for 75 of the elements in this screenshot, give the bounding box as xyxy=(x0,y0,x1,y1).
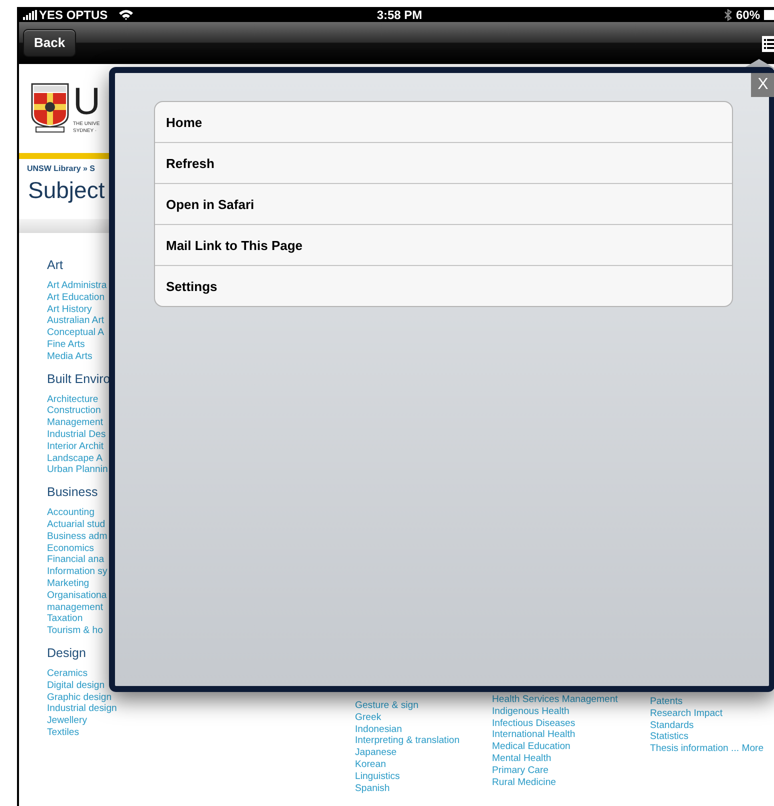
battery-percent: 60% xyxy=(736,8,760,22)
subject-link[interactable]: Economics xyxy=(47,542,94,554)
subject-link[interactable]: International Health xyxy=(492,729,576,742)
subject-link[interactable]: Marketing xyxy=(47,578,90,590)
subject-link[interactable]: Actuarial stud xyxy=(47,518,106,531)
carrier-name: YES OPTUS xyxy=(39,8,108,22)
subject-link[interactable]: Media Arts xyxy=(47,350,92,363)
subject-link[interactable]: Research Impact xyxy=(650,708,723,720)
breadcrumb[interactable]: UNSW Library » S xyxy=(27,164,96,173)
section-heading: Business xyxy=(47,485,98,500)
menu-item[interactable]: Home xyxy=(155,102,732,142)
subject-link[interactable]: Linguistics xyxy=(355,770,400,783)
subject-link[interactable]: Indigenous Health xyxy=(492,706,570,718)
section-heading: Art xyxy=(47,258,63,272)
subject-link[interactable]: Thesis information ... More xyxy=(650,743,764,755)
subject-link[interactable]: Financial ana xyxy=(47,554,104,566)
subject-link[interactable]: Korean xyxy=(355,758,386,771)
battery-icon xyxy=(764,10,774,20)
subject-link[interactable]: Graphic design xyxy=(47,692,112,704)
subject-link[interactable]: management xyxy=(47,602,103,614)
subject-link[interactable]: Art History xyxy=(47,304,92,316)
subject-link[interactable]: Indonesian xyxy=(355,724,402,736)
menu-item[interactable]: Open in Safari xyxy=(155,183,732,224)
wifi-icon xyxy=(118,9,134,20)
subject-link[interactable]: Organisationa xyxy=(47,590,107,602)
subject-link[interactable]: Australian Art xyxy=(47,315,104,328)
subject-link[interactable]: Mental Health xyxy=(492,752,552,765)
subject-link[interactable]: Ceramics xyxy=(47,668,88,680)
section-heading: Design xyxy=(47,646,86,660)
subject-link[interactable]: Taxation xyxy=(47,613,83,626)
page-title: Subject xyxy=(28,177,105,203)
subject-link[interactable]: Infectious Diseases xyxy=(492,718,576,730)
signal-icon xyxy=(23,10,37,20)
menu-item[interactable]: Settings xyxy=(155,265,732,306)
subject-link[interactable]: Spanish xyxy=(355,782,390,794)
subject-link[interactable]: Urban Plannin xyxy=(47,464,108,476)
subject-link[interactable]: Art Education xyxy=(47,292,105,304)
subject-link[interactable]: Interpreting & translation xyxy=(355,735,460,748)
subject-link[interactable]: Primary Care xyxy=(492,764,549,777)
close-button[interactable]: X xyxy=(751,73,774,97)
subject-link[interactable]: Health Services Management xyxy=(492,694,618,706)
back-button[interactable]: Back xyxy=(23,28,76,56)
subject-link[interactable]: Rural Medicine xyxy=(492,776,556,788)
subject-link[interactable]: Landscape A xyxy=(47,452,102,464)
subject-link[interactable]: Fine Arts xyxy=(47,338,85,351)
subject-link[interactable]: Digital design xyxy=(47,680,105,692)
subject-link[interactable]: Patents xyxy=(650,696,683,708)
subject-link[interactable]: Management xyxy=(47,417,103,429)
subject-link[interactable]: Standards xyxy=(650,720,694,732)
subject-link[interactable]: Industrial design xyxy=(47,703,117,716)
crest-icon xyxy=(31,83,69,132)
subject-link[interactable]: Tourism & ho xyxy=(47,625,103,637)
subject-link[interactable]: Business adm xyxy=(47,530,108,543)
subject-link[interactable]: Statistics xyxy=(650,731,688,744)
menu-item[interactable]: Mail Link to This Page xyxy=(155,224,732,265)
subject-link[interactable]: Information sy xyxy=(47,566,108,578)
subject-link[interactable]: Accounting xyxy=(47,507,94,519)
list-menu-icon[interactable] xyxy=(762,36,774,52)
menu-item[interactable]: Refresh xyxy=(155,142,732,183)
subject-link[interactable]: Construction xyxy=(47,405,101,418)
subject-link[interactable]: Gesture & sign xyxy=(355,700,418,712)
subject-link[interactable]: Textiles xyxy=(47,726,79,739)
subject-link[interactable]: Medical Education xyxy=(492,741,570,753)
subject-link[interactable]: Conceptual A xyxy=(47,327,104,339)
subject-link[interactable]: Greek xyxy=(355,712,382,724)
subject-link[interactable]: Japanese xyxy=(355,747,397,759)
logo-wordmark: U xyxy=(73,83,98,121)
subject-link[interactable]: Industrial Des xyxy=(47,428,106,441)
subject-link[interactable]: Interior Archit xyxy=(47,440,104,453)
subject-link[interactable]: Jewellery xyxy=(47,715,87,727)
bluetooth-icon xyxy=(724,8,732,20)
subject-link[interactable]: Architecture xyxy=(47,394,98,406)
subject-link[interactable]: Art Administra xyxy=(47,280,107,292)
section-heading: Built Enviro xyxy=(47,372,110,386)
clock-time: 3:58 PM xyxy=(376,8,422,22)
